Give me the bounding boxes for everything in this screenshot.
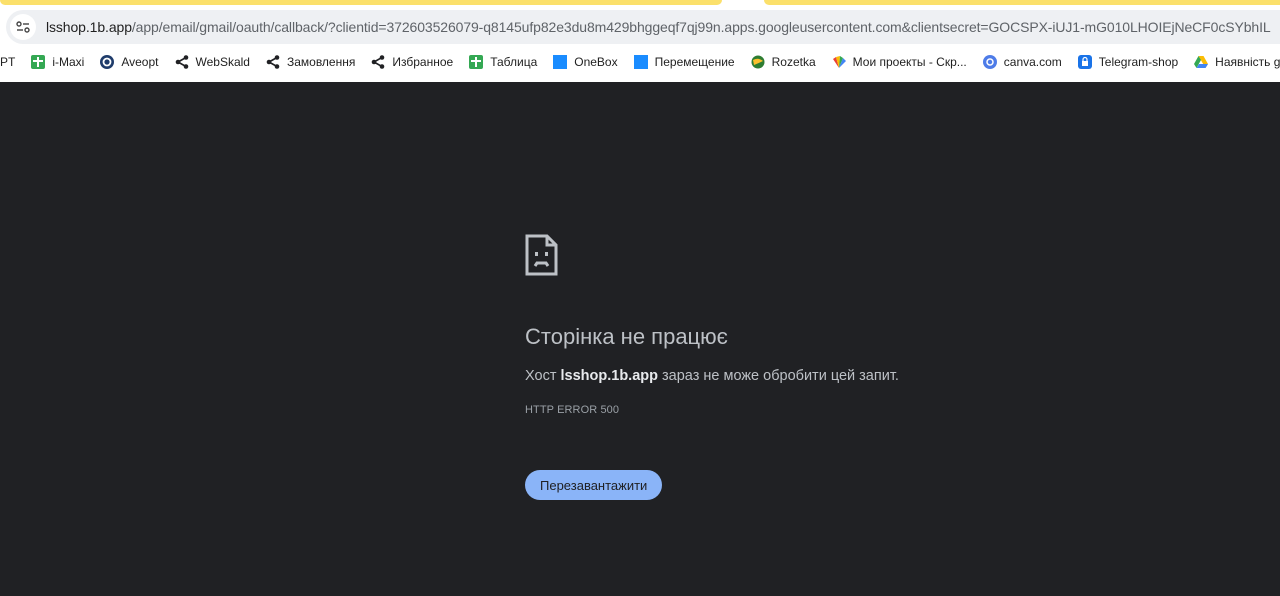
canva-icon: [982, 54, 998, 70]
target-icon: [99, 54, 115, 70]
tab-right[interactable]: [764, 0, 1280, 5]
bookmark-label: Наявність glassWS: [1215, 55, 1280, 69]
url-text[interactable]: lsshop.1b.app/app/email/gmail/oauth/call…: [46, 19, 1271, 35]
sheets-plus-icon: [30, 54, 46, 70]
sad-page-icon: [525, 234, 558, 276]
bookmark-label: PT: [0, 55, 16, 69]
bookmark-label: Перемещение: [654, 55, 735, 69]
bookmark-label: canva.com: [1003, 55, 1062, 69]
tab-strip: [0, 0, 1280, 5]
error-title: Сторінка не працює: [525, 324, 728, 349]
bookmark-onebox[interactable]: OneBox: [544, 49, 624, 75]
drive-icon: [1193, 54, 1209, 70]
bookmark-pt[interactable]: PT: [0, 49, 22, 75]
bookmark-label: i-Maxi: [52, 55, 85, 69]
bookmark-zamovlennia[interactable]: Замовлення: [257, 49, 362, 75]
square-icon: [552, 54, 568, 70]
error-description: Хост lsshop.1b.app зараз не може обробит…: [525, 368, 899, 384]
sheets-plus-icon: [468, 54, 484, 70]
error-desc-suffix: зараз не може обробити цей запит.: [658, 368, 899, 384]
bookmark-tablitsa[interactable]: Таблица: [460, 49, 544, 75]
bookmark-webskald[interactable]: WebSkald: [166, 49, 257, 75]
lock-icon: [1077, 54, 1093, 70]
browser-chrome: lsshop.1b.app/app/email/gmail/oauth/call…: [0, 0, 1280, 82]
bookmark-rozetka[interactable]: Rozetka: [742, 49, 823, 75]
bookmark-i-maxi[interactable]: i-Maxi: [22, 49, 91, 75]
bookmark-label: WebSkald: [195, 55, 250, 69]
bookmark-label: Мои проекты - Скр...: [852, 55, 967, 69]
bookmark-label: Таблица: [490, 55, 538, 69]
bookmark-label: Aveopt: [121, 55, 159, 69]
url-host: lsshop.1b.app: [46, 19, 132, 35]
tab-left[interactable]: [0, 0, 722, 5]
square-icon: [633, 54, 649, 70]
colorful-fan-icon: [831, 54, 847, 70]
bookmark-label: OneBox: [574, 55, 618, 69]
share-icon: [370, 54, 386, 70]
bookmark-izbrannoe[interactable]: Избранное: [362, 49, 460, 75]
bookmark-nayavnist-glassws[interactable]: Наявність glassWS: [1185, 49, 1280, 75]
error-code: HTTP ERROR 500: [525, 404, 620, 416]
share-icon: [265, 54, 281, 70]
share-icon: [174, 54, 190, 70]
reload-button[interactable]: Перезавантажити: [525, 470, 663, 500]
bookmark-label: Rozetka: [771, 55, 816, 69]
url-path: /app/email/gmail/oauth/callback/?clienti…: [131, 19, 1271, 35]
site-info-icon[interactable]: [10, 14, 36, 40]
bookmark-canva[interactable]: canva.com: [974, 49, 1069, 75]
error-desc-prefix: Хост: [525, 368, 561, 384]
address-bar[interactable]: lsshop.1b.app/app/email/gmail/oauth/call…: [6, 10, 1280, 44]
bookmarks-bar: PT i-Maxi Aveopt WebSkald Замовлення Изб…: [0, 48, 1280, 76]
bookmark-telegram-shop[interactable]: Telegram-shop: [1069, 49, 1185, 75]
bookmark-moi-proekty[interactable]: Мои проекты - Скр...: [823, 49, 974, 75]
bookmark-peremeshchenie[interactable]: Перемещение: [625, 49, 742, 75]
error-desc-host: lsshop.1b.app: [560, 368, 659, 384]
bookmark-label: Telegram-shop: [1098, 55, 1179, 69]
globe-icon: [750, 54, 766, 70]
bookmark-label: Избранное: [392, 55, 454, 69]
bookmark-aveopt[interactable]: Aveopt: [91, 49, 165, 75]
bookmark-label: Замовлення: [286, 55, 356, 69]
